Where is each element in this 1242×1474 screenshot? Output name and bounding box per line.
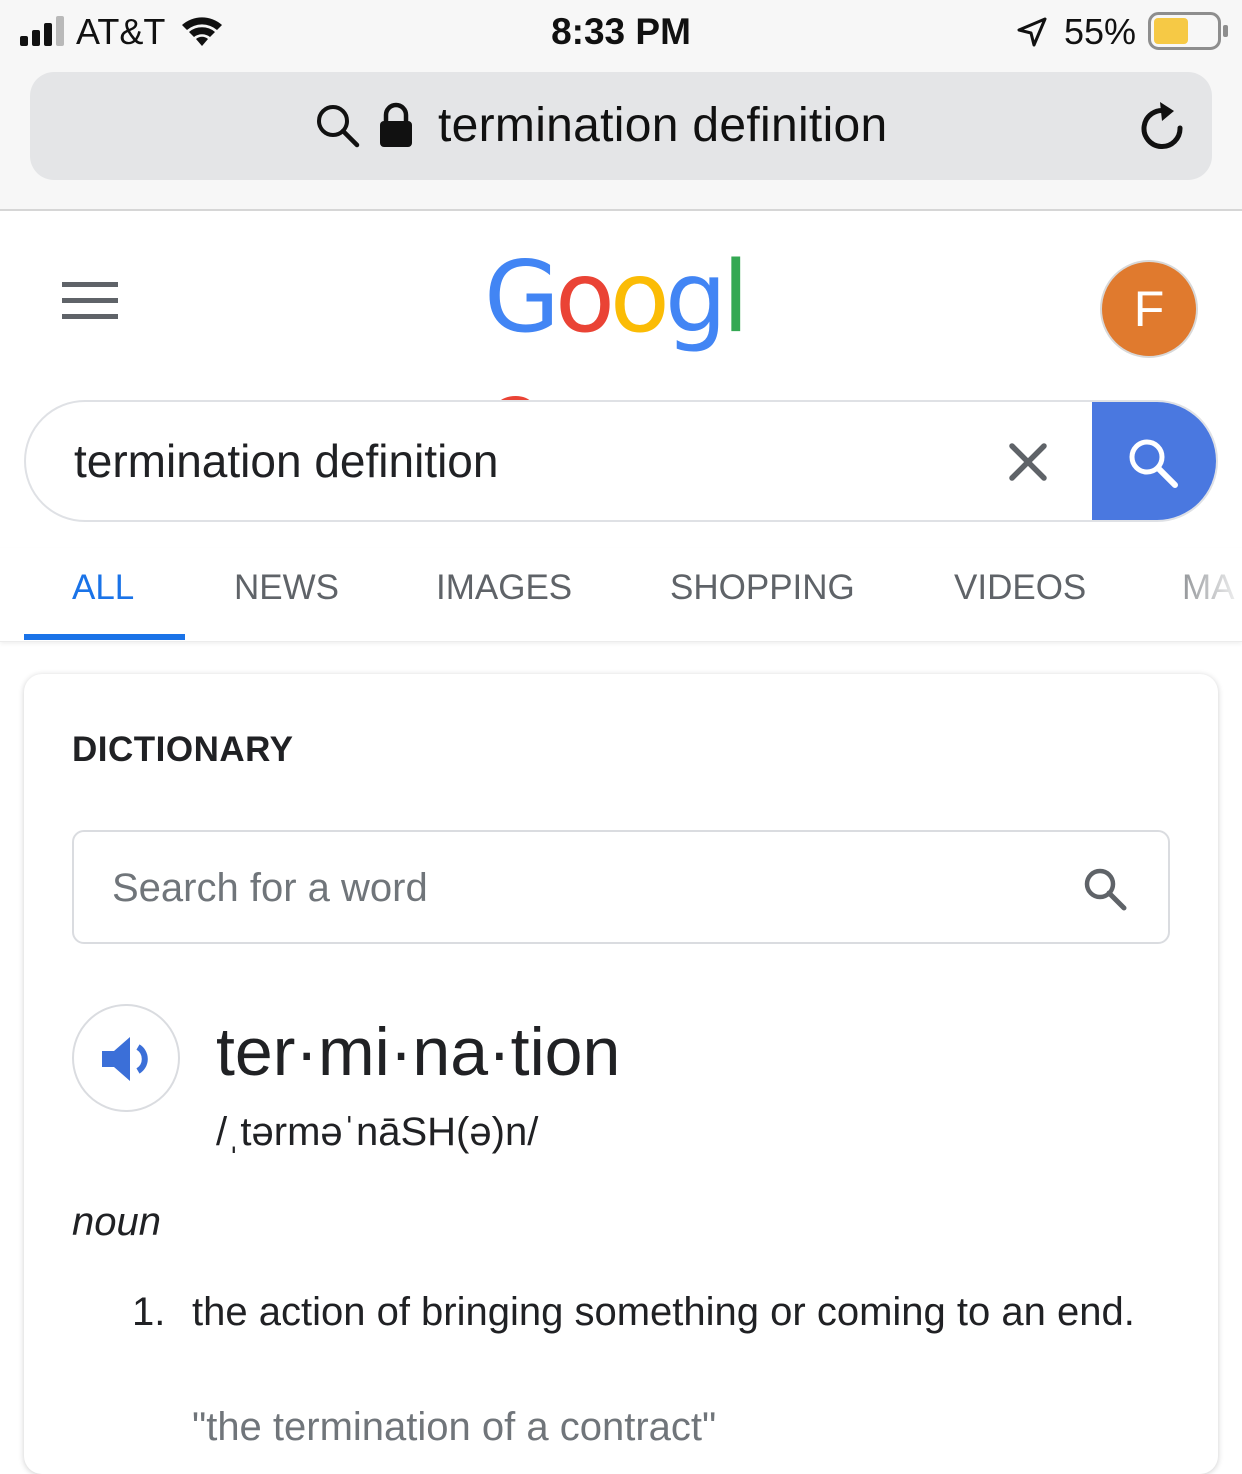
address-bar[interactable]: termination definition bbox=[30, 72, 1212, 180]
search-tabs: ALL NEWS IMAGES SHOPPING VIDEOS MA bbox=[0, 548, 1242, 642]
search-icon[interactable] bbox=[1082, 866, 1128, 912]
address-text: termination definition bbox=[438, 99, 888, 152]
word-search-box bbox=[72, 830, 1170, 944]
google-logo-letter: l bbox=[722, 241, 749, 355]
tab-shopping[interactable]: SHOPPING bbox=[670, 566, 855, 610]
definition-number: 1. bbox=[132, 1290, 166, 1334]
status-bar: AT&T 8:33 PM 55% bbox=[0, 0, 1242, 64]
search-icon bbox=[317, 105, 360, 148]
battery-percent: 55% bbox=[1064, 11, 1137, 52]
google-logo[interactable]: Google bbox=[484, 238, 764, 475]
search-box bbox=[24, 400, 1218, 522]
hamburger-menu-icon[interactable] bbox=[62, 282, 118, 320]
definition-text: the action of bringing something or comi… bbox=[192, 1290, 1135, 1334]
status-time: 8:33 PM bbox=[551, 11, 691, 52]
browser-chrome: AT&T 8:33 PM 55% termination definition bbox=[0, 0, 1242, 211]
tab-videos[interactable]: VIDEOS bbox=[954, 566, 1086, 610]
active-tab-indicator bbox=[24, 634, 185, 640]
location-arrow-icon bbox=[1017, 17, 1047, 47]
dictionary-card: DICTIONARY ter·mi·na·tion /ˌtərməˈnāSH(ə… bbox=[24, 674, 1218, 1474]
lock-icon bbox=[380, 102, 412, 147]
search-icon bbox=[1129, 439, 1178, 488]
google-logo-letter: g bbox=[664, 241, 727, 355]
tab-news[interactable]: NEWS bbox=[234, 566, 339, 610]
google-logo-letter: o bbox=[554, 241, 615, 355]
search-input[interactable] bbox=[74, 428, 954, 494]
phonetic-spelling: /ˌtərməˈnāSH(ə)n/ bbox=[216, 1110, 539, 1154]
reload-icon[interactable] bbox=[1136, 100, 1188, 154]
google-logo-letter: o bbox=[609, 241, 670, 355]
clear-icon[interactable] bbox=[1008, 442, 1048, 482]
tab-all[interactable]: ALL bbox=[72, 566, 134, 610]
headword: ter·mi·na·tion bbox=[216, 1014, 621, 1090]
speaker-icon bbox=[102, 1037, 148, 1081]
tabs-scroll-fade bbox=[1150, 548, 1242, 640]
battery-icon bbox=[1148, 12, 1228, 50]
definition-example: "the termination of a contract" bbox=[192, 1405, 717, 1449]
word-search-input[interactable] bbox=[112, 860, 1012, 916]
search-button[interactable] bbox=[1092, 402, 1216, 520]
part-of-speech: noun bbox=[72, 1200, 161, 1244]
card-title: DICTIONARY bbox=[72, 730, 294, 769]
account-avatar[interactable]: F bbox=[1100, 260, 1198, 358]
pronunciation-button[interactable] bbox=[72, 1004, 180, 1112]
tab-images[interactable]: IMAGES bbox=[436, 566, 572, 610]
google-logo-letter: G bbox=[484, 241, 560, 355]
